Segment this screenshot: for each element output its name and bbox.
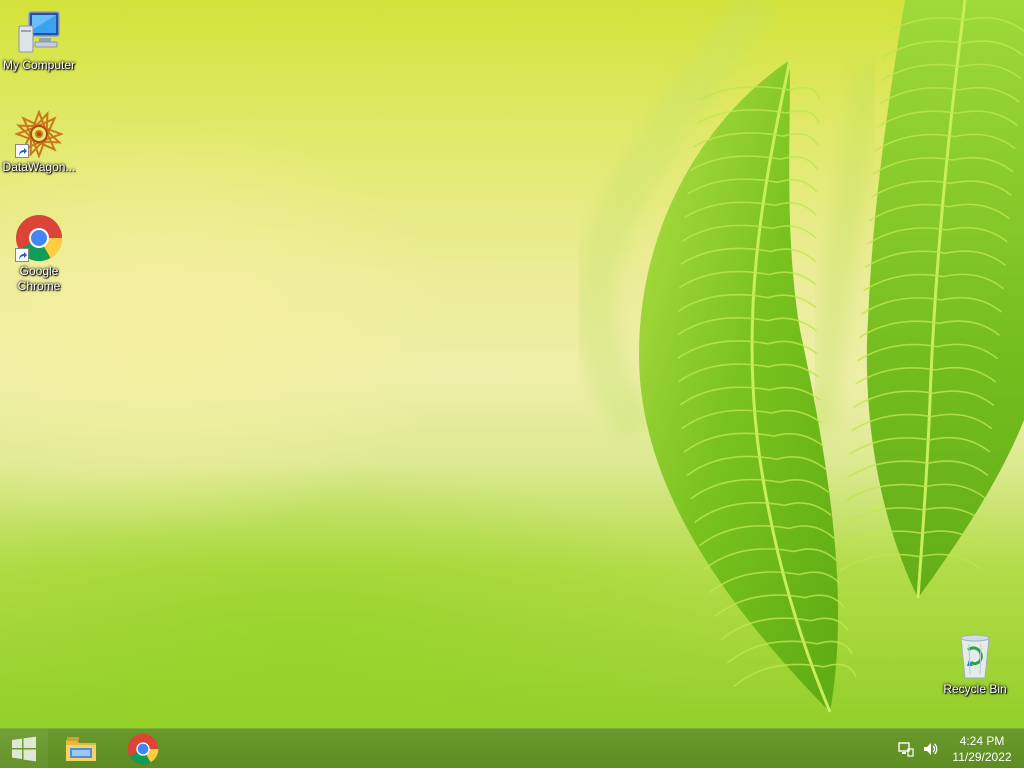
desktop-icon-recycle-bin[interactable]: Recycle Bin — [937, 632, 1013, 697]
network-icon[interactable] — [898, 741, 914, 757]
shortcut-arrow-icon — [15, 144, 29, 158]
desktop-icon-datawagon[interactable]: DataWagon... — [1, 109, 77, 175]
my-computer-icon — [15, 8, 63, 56]
desktop[interactable]: My Computer DataWagon... Google Chrome R… — [0, 0, 1024, 728]
clock-time: 4:24 PM — [959, 734, 1005, 748]
recycle-bin-icon — [951, 632, 999, 680]
desktop-icon-google-chrome[interactable]: Google Chrome — [1, 214, 77, 294]
taskbar-chrome-button[interactable] — [120, 729, 166, 769]
desktop-icon-label: My Computer — [2, 58, 76, 72]
shortcut-arrow-icon — [15, 248, 29, 262]
clock[interactable]: 4:24 PM 11/29/2022 — [942, 733, 1022, 765]
desktop-icon-my-computer[interactable]: My Computer — [1, 8, 77, 73]
chrome-icon — [15, 214, 63, 262]
desktop-icon-label: Recycle Bin — [943, 682, 1007, 696]
clock-date: 11/29/2022 — [952, 750, 1012, 764]
folder-icon — [66, 737, 96, 761]
start-button[interactable] — [0, 729, 48, 769]
taskbar: 4:24 PM 11/29/2022 — [0, 728, 1024, 769]
wallpaper-leaves — [575, 0, 1024, 713]
desktop-icon-label: DataWagon... — [2, 160, 76, 174]
desktop-icon-label: Google Chrome — [17, 264, 61, 293]
volume-icon[interactable] — [922, 741, 938, 757]
windows-logo-icon — [12, 736, 36, 762]
chrome-icon — [127, 733, 159, 765]
datawagon-icon — [14, 109, 64, 159]
taskbar-file-explorer-button[interactable] — [58, 729, 104, 769]
